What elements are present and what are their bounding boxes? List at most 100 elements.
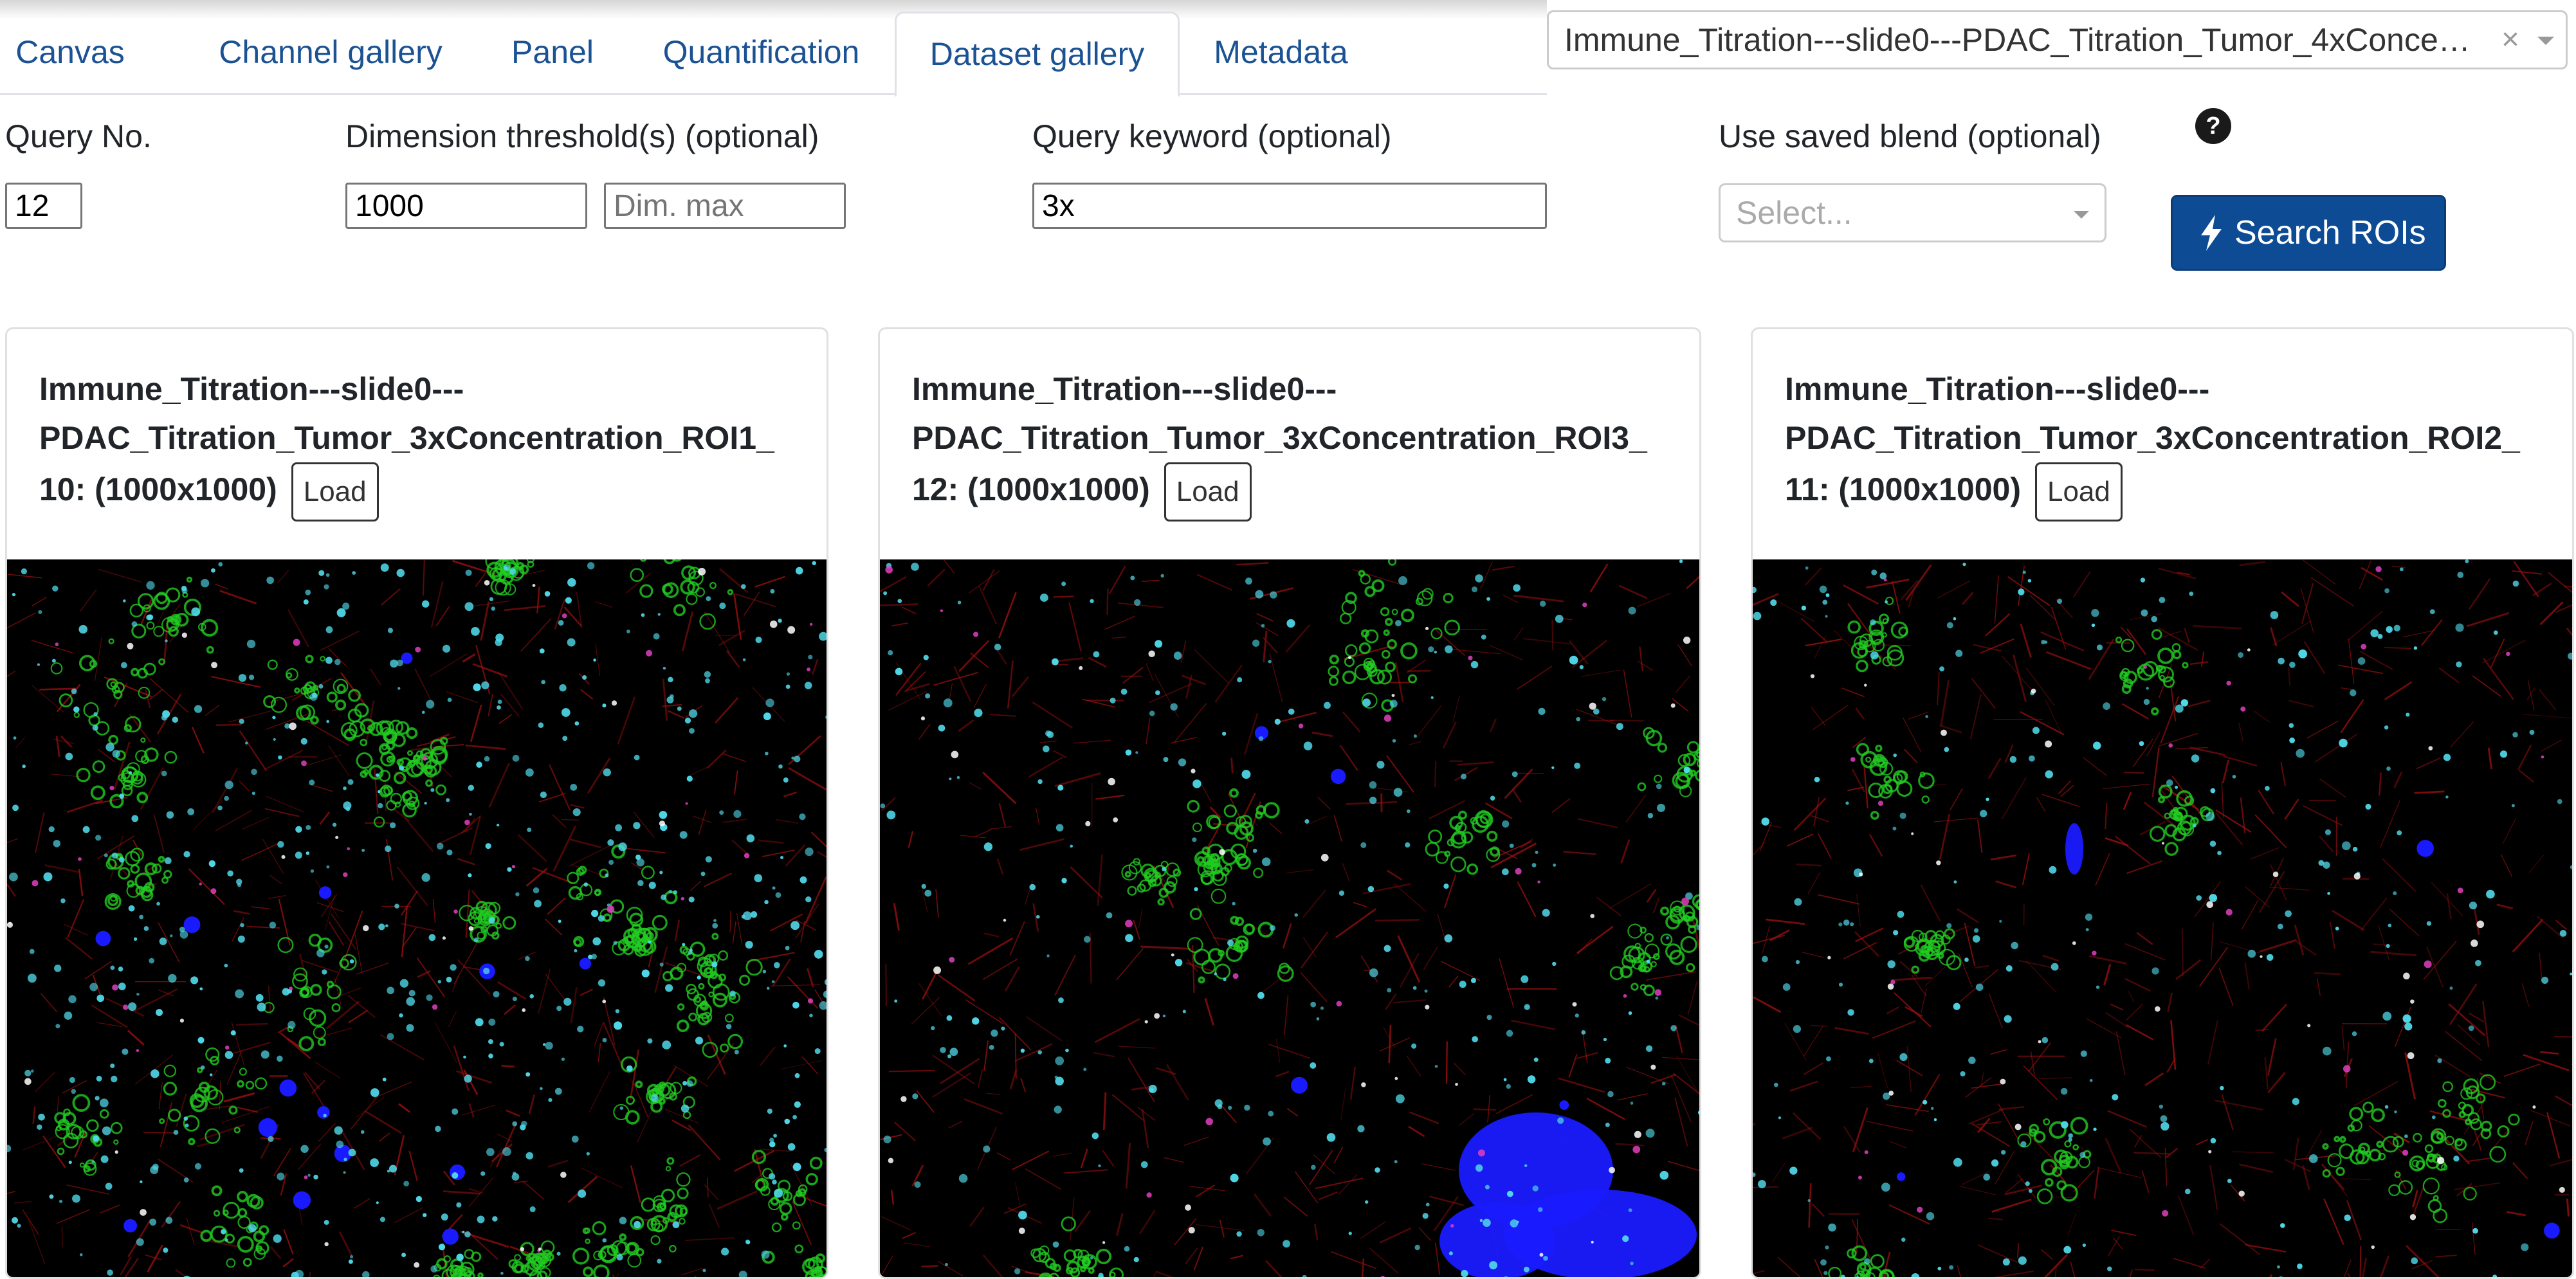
stroma-fibre (315, 880, 338, 918)
stroma-fibre (1093, 1053, 1115, 1057)
immune-cell (430, 1265, 437, 1273)
immune-cell (1850, 922, 1854, 926)
tab-channel-gallery[interactable]: Channel gallery (196, 12, 465, 95)
stroma-fibre (2527, 688, 2535, 700)
marker-speck (2437, 1157, 2444, 1164)
stroma-fibre (35, 1072, 55, 1091)
stroma-fibre (1338, 1174, 1357, 1194)
immune-cell (1513, 584, 1521, 592)
caret-down-icon[interactable] (2074, 211, 2089, 219)
dim-min-input[interactable] (345, 183, 587, 229)
immune-cell (1360, 842, 1366, 848)
immune-cell (1395, 620, 1402, 626)
tab-canvas[interactable]: Canvas (12, 12, 129, 95)
load-button[interactable]: Load (2035, 462, 2123, 522)
dataset-select[interactable]: Immune_Titration---slide0---PDAC_Titrati… (1547, 10, 2568, 69)
immune-cell (972, 1017, 979, 1024)
immune-cell (660, 963, 664, 966)
stroma-fibre (457, 858, 475, 864)
query-keyword-input[interactable] (1032, 183, 1547, 229)
immune-cell (1394, 1160, 1398, 1163)
epithelial-cell (1329, 677, 1337, 685)
marker-speck (1827, 956, 1831, 959)
stroma-fibre (1847, 787, 1864, 790)
immune-cell (605, 873, 608, 877)
stroma-fibre (1996, 881, 2016, 887)
immune-cell (2289, 662, 2296, 668)
stroma-fibre (891, 623, 908, 626)
immune-cell (2051, 963, 2059, 971)
stroma-fibre (1679, 1015, 1699, 1025)
immune-cell (1475, 574, 1483, 583)
immune-cell (541, 680, 545, 684)
load-button[interactable]: Load (291, 462, 379, 522)
stroma-fibre (1488, 1095, 1490, 1123)
immune-cell (128, 1002, 136, 1011)
stroma-fibre (470, 1103, 474, 1117)
marker-speck (2424, 960, 2432, 968)
clear-icon[interactable]: × (2501, 12, 2519, 68)
stroma-fibre (2239, 723, 2243, 741)
immune-cell (324, 1220, 329, 1225)
stroma-fibre (1369, 1248, 1398, 1274)
immune-cell (245, 741, 248, 744)
stroma-fibre (1688, 981, 1697, 1015)
stroma-fibre (1866, 579, 1909, 588)
search-rois-button[interactable]: Search ROIs (2171, 195, 2446, 271)
immune-cell (486, 843, 491, 849)
marker-speck (1380, 1276, 1385, 1279)
caret-down-icon[interactable] (2537, 37, 2554, 45)
immune-cell (390, 822, 396, 828)
stroma-fibre (1511, 1020, 1555, 1030)
tab-panel[interactable]: Panel (499, 12, 606, 95)
immune-cell (69, 1077, 75, 1083)
immune-cell (1090, 1256, 1093, 1260)
stroma-fibre (79, 869, 82, 896)
nuclear-blob (293, 1192, 311, 1209)
marker-speck (2476, 920, 2484, 928)
immune-cell (994, 644, 1001, 650)
immune-cell (1947, 622, 1953, 628)
epithelial-cell (1174, 869, 1180, 876)
stroma-fibre (1156, 1068, 1176, 1074)
epithelial-cell (239, 1237, 253, 1251)
immune-cell (2220, 1086, 2224, 1090)
marker-speck (453, 909, 457, 913)
stroma-fibre (1796, 864, 1822, 866)
stroma-fibre (187, 1218, 194, 1245)
stroma-fibre (2188, 701, 2210, 707)
epithelial-cell (238, 1081, 243, 1086)
epithelial-cell (1216, 965, 1230, 979)
immune-cell (199, 987, 203, 990)
query-number-input[interactable] (5, 183, 82, 229)
immune-cell (534, 900, 542, 907)
immune-cell (438, 980, 441, 983)
stroma-fibre (7, 839, 18, 850)
question-circle-icon[interactable]: ? (2195, 108, 2231, 144)
stroma-fibre (1668, 1161, 1701, 1172)
roi-image[interactable] (7, 559, 828, 1279)
dim-max-input[interactable] (604, 183, 846, 229)
stroma-fibre (2196, 1139, 2208, 1145)
stroma-fibre (902, 1233, 916, 1238)
roi-image[interactable] (1753, 559, 2574, 1279)
roi-image[interactable] (880, 559, 1701, 1279)
immune-cell (1607, 1091, 1614, 1098)
tab-dataset-gallery[interactable]: Dataset gallery (895, 12, 1180, 97)
immune-cell (1793, 1025, 1801, 1033)
load-button[interactable]: Load (1164, 462, 1252, 522)
stroma-fibre (1678, 644, 1692, 666)
stroma-fibre (2382, 858, 2416, 891)
tab-quantification[interactable]: Quantification (646, 12, 876, 95)
immune-cell (49, 1194, 53, 1199)
saved-blend-select[interactable]: Select... (1719, 183, 2106, 242)
immune-cell (31, 1069, 34, 1073)
immune-cell (911, 563, 919, 571)
stroma-fibre (1903, 718, 1921, 752)
immune-cell (381, 563, 389, 572)
marker-speck (2072, 941, 2076, 945)
stroma-fibre (1941, 680, 1949, 726)
stroma-fibre (355, 932, 362, 973)
stroma-fibre (1254, 1194, 1271, 1216)
tab-metadata[interactable]: Metadata (1201, 12, 1360, 95)
